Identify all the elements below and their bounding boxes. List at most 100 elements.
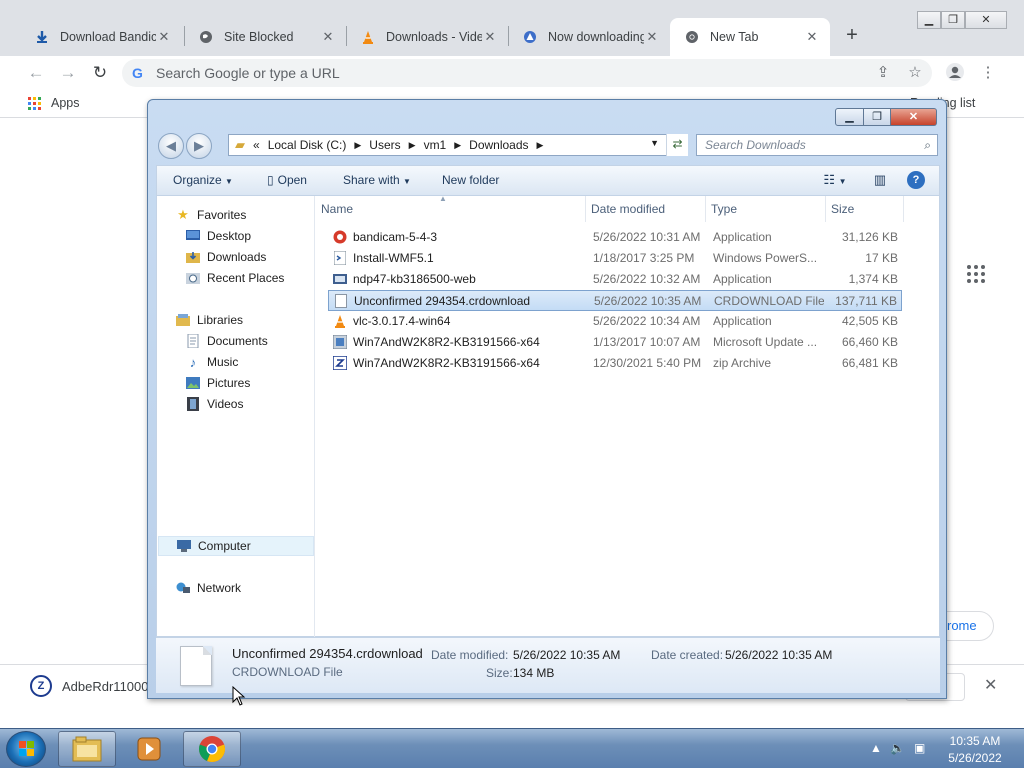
network-tray-icon[interactable]: ▣ bbox=[914, 741, 925, 755]
network-icon bbox=[175, 580, 191, 596]
globe-icon bbox=[198, 29, 214, 45]
close-icon[interactable]: ✕ bbox=[984, 675, 997, 695]
chevron-down-icon[interactable]: ▼ bbox=[650, 138, 659, 148]
search-input[interactable]: Search Downloads ⌕ bbox=[696, 134, 938, 156]
nav-videos[interactable]: Videos bbox=[185, 394, 243, 414]
close-icon[interactable]: ✕ bbox=[320, 29, 336, 45]
details-pane: Unconfirmed 294354.crdownload CRDOWNLOAD… bbox=[156, 637, 940, 693]
chevron-down-icon: ▼ bbox=[225, 177, 233, 186]
apps-shortcut[interactable]: Apps bbox=[28, 96, 80, 110]
column-header-type[interactable]: Type bbox=[706, 196, 826, 222]
nav-documents[interactable]: Documents bbox=[185, 331, 268, 351]
root-chevron[interactable]: « bbox=[253, 138, 260, 152]
breadcrumb-separator-icon[interactable]: ▶ bbox=[409, 140, 416, 151]
file-row[interactable]: ndp47-kb3186500-web 5/26/2022 10:32 AM A… bbox=[328, 269, 902, 290]
nav-libraries[interactable]: Libraries bbox=[175, 310, 243, 330]
maximize-button[interactable]: ❐ bbox=[864, 108, 891, 126]
back-button[interactable]: ← bbox=[25, 62, 47, 84]
nav-downloads[interactable]: Downloads bbox=[185, 247, 266, 267]
tab-download-bandicam[interactable]: Download Bandicam ✕ bbox=[20, 18, 182, 56]
restore-button[interactable]: ❐ bbox=[941, 11, 965, 29]
volume-icon[interactable]: 🔈 bbox=[890, 741, 905, 755]
breadcrumb-users[interactable]: Users bbox=[369, 138, 400, 152]
forward-button[interactable]: → bbox=[57, 62, 79, 84]
acrobat-installer-icon: Z bbox=[30, 675, 52, 697]
new-folder-button[interactable]: New folder bbox=[442, 173, 499, 187]
start-button[interactable] bbox=[6, 731, 46, 767]
back-button[interactable]: ◀ bbox=[158, 133, 184, 159]
nav-music[interactable]: ♪ Music bbox=[185, 352, 239, 372]
details-date-created: 5/26/2022 10:35 AM bbox=[725, 648, 833, 662]
taskbar-explorer-button[interactable] bbox=[58, 731, 116, 767]
nav-recent-places[interactable]: Recent Places bbox=[185, 268, 284, 288]
nav-network[interactable]: Network bbox=[175, 578, 241, 598]
breadcrumb-separator-icon[interactable]: ▶ bbox=[354, 140, 361, 151]
taskbar-media-player-button[interactable] bbox=[120, 731, 178, 767]
profile-avatar-icon[interactable] bbox=[944, 62, 966, 84]
download-icon bbox=[34, 29, 50, 45]
preview-pane-icon[interactable]: ▥ bbox=[869, 171, 891, 189]
explorer-window: ▁ ❐ ✕ ◀ ▶ ▰ « Local Disk (C:) ▶ Users ▶ … bbox=[147, 99, 947, 699]
share-with-button[interactable]: Share with ▼ bbox=[343, 173, 411, 187]
nav-favorites[interactable]: ★ Favorites bbox=[175, 205, 246, 225]
column-header-name[interactable]: Name ▲ bbox=[316, 194, 586, 222]
close-icon[interactable]: ✕ bbox=[156, 29, 172, 45]
file-row[interactable]: Install-WMF5.1 1/18/2017 3:25 PM Windows… bbox=[328, 248, 902, 269]
breadcrumb-separator-icon[interactable]: ▶ bbox=[454, 140, 461, 151]
share-icon[interactable]: ⇪ bbox=[872, 62, 894, 84]
bookmark-star-icon[interactable]: ☆ bbox=[904, 62, 926, 84]
chevron-down-icon: ▼ bbox=[403, 177, 411, 186]
tab-site-blocked[interactable]: Site Blocked ✕ bbox=[184, 18, 346, 56]
nav-computer[interactable]: Computer bbox=[158, 536, 314, 556]
open-button[interactable]: ▯ Open bbox=[267, 173, 307, 187]
desktop-icon bbox=[185, 228, 201, 244]
blank-file-icon bbox=[333, 293, 349, 309]
clock-time[interactable]: 10:35 AM bbox=[940, 734, 1010, 748]
zip-archive-icon bbox=[332, 355, 348, 371]
details-size-label: Size: bbox=[486, 666, 513, 680]
omnibox-placeholder: Search Google or type a URL bbox=[156, 65, 340, 81]
breadcrumb-vm1[interactable]: vm1 bbox=[424, 138, 447, 152]
column-header-size[interactable]: Size bbox=[826, 196, 904, 222]
menu-kebab-icon[interactable]: ⋮ bbox=[977, 62, 999, 84]
minimize-button[interactable]: ▁ bbox=[835, 108, 864, 126]
column-header-date-modified[interactable]: Date modified bbox=[586, 196, 706, 222]
close-icon[interactable]: ✕ bbox=[804, 29, 820, 45]
close-window-button[interactable]: ✕ bbox=[891, 108, 937, 126]
nav-desktop[interactable]: Desktop bbox=[185, 226, 251, 246]
taskbar-chrome-button[interactable] bbox=[183, 731, 241, 767]
breadcrumb-downloads[interactable]: Downloads bbox=[469, 138, 528, 152]
address-bar[interactable]: ▰ « Local Disk (C:) ▶ Users ▶ vm1 ▶ Down… bbox=[228, 134, 688, 156]
nav-pictures[interactable]: Pictures bbox=[185, 373, 250, 393]
close-icon[interactable]: ✕ bbox=[482, 29, 498, 45]
new-tab-button[interactable]: + bbox=[842, 25, 862, 45]
pictures-icon bbox=[185, 375, 201, 391]
minimize-button[interactable]: ▁ bbox=[917, 11, 941, 29]
close-window-button[interactable]: ✕ bbox=[965, 11, 1007, 29]
refresh-icon[interactable]: ⇄ bbox=[666, 134, 688, 156]
organize-button[interactable]: Organize ▼ bbox=[173, 173, 233, 187]
google-g-icon: G bbox=[132, 65, 143, 81]
help-icon[interactable]: ? bbox=[907, 171, 925, 189]
file-row[interactable]: Unconfirmed 294354.crdownload 5/26/2022 … bbox=[328, 290, 902, 311]
omnibox[interactable]: G Search Google or type a URL bbox=[122, 59, 932, 87]
file-row[interactable]: Win7AndW2K8R2-KB3191566-x64 1/13/2017 10… bbox=[328, 332, 902, 353]
tab-new-tab[interactable]: New Tab ✕ bbox=[670, 18, 830, 56]
download-item[interactable]: Z AdbeRdr11000 bbox=[30, 675, 149, 697]
reload-button[interactable]: ↻ bbox=[89, 62, 111, 84]
documents-icon bbox=[185, 333, 201, 349]
google-apps-icon[interactable] bbox=[966, 264, 986, 287]
close-icon[interactable]: ✕ bbox=[644, 29, 660, 45]
show-hidden-icons-icon[interactable]: ▲ bbox=[870, 741, 882, 755]
clock-date[interactable]: 5/26/2022 bbox=[940, 751, 1010, 765]
file-row[interactable]: Win7AndW2K8R2-KB3191566-x64 12/30/2021 5… bbox=[328, 353, 902, 374]
tab-downloads-videolan[interactable]: Downloads - VideoLAN ✕ bbox=[346, 18, 508, 56]
forward-button[interactable]: ▶ bbox=[186, 133, 212, 159]
tab-now-downloading[interactable]: Now downloading ✕ bbox=[508, 18, 670, 56]
view-options-icon[interactable]: ☷ ▼ bbox=[815, 171, 855, 189]
file-row[interactable]: vlc-3.0.17.4-win64 5/26/2022 10:34 AM Ap… bbox=[328, 311, 902, 332]
chrome-icon bbox=[198, 736, 226, 763]
breadcrumb-separator-icon[interactable]: ▶ bbox=[537, 140, 544, 151]
file-row[interactable]: bandicam-5-4-3 5/26/2022 10:31 AM Applic… bbox=[328, 227, 902, 248]
breadcrumb-local-disk[interactable]: Local Disk (C:) bbox=[268, 138, 347, 152]
